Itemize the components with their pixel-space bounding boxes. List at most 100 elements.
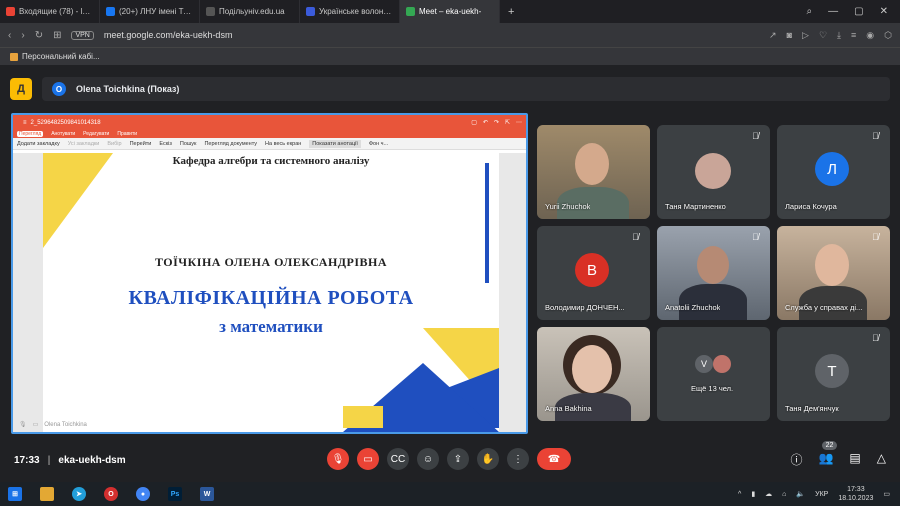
camera-icon[interactable]: ◙ <box>787 30 792 41</box>
browser-tab-facebook[interactable]: (20+) ЛНУ імені Тараса <box>100 0 200 23</box>
mic-off-icon: 🎙̸ <box>872 333 879 343</box>
bookmark-icon <box>10 52 18 61</box>
language-indicator[interactable]: УКР <box>815 491 828 498</box>
play-icon[interactable]: ▷ <box>802 30 809 41</box>
cloud-icon[interactable]: ☁ <box>765 490 772 498</box>
browser-tab-volunteer[interactable]: Українське волонтерсто <box>300 0 400 23</box>
participant-tile[interactable]: Yurii Zhuchok <box>537 125 650 219</box>
toolbar-add-bookmark: Додати закладку <box>17 140 60 147</box>
vpn-badge[interactable]: VPN <box>71 30 94 40</box>
menu-icon: ≡ <box>23 119 27 126</box>
network-icon[interactable]: ⌂ <box>782 491 786 498</box>
participant-name: Таня Дем'янчук <box>785 404 839 413</box>
word-icon[interactable]: W <box>200 487 214 501</box>
mic-icon: 🎙 <box>19 422 27 428</box>
minimize-button[interactable]: — <box>828 6 838 17</box>
save-icon: ▢ <box>471 120 477 126</box>
menu-icon[interactable]: ≡ <box>851 30 856 41</box>
people-count-badge: 22 <box>821 441 838 450</box>
mic-toggle-button[interactable]: 🎙 <box>327 448 349 470</box>
site-icon <box>206 7 215 16</box>
bookmarks-bar: Персональний кабі... <box>0 47 900 65</box>
browser-tab-university[interactable]: Подільуніv.edu.ua <box>200 0 300 23</box>
gmail-icon <box>6 7 15 16</box>
emoji-button[interactable]: ☺ <box>417 448 439 470</box>
viewer-menu: Перегляд Анотувати Редагувати Правити <box>13 130 526 138</box>
participant-tile[interactable]: Л 🎙̸ Лариса Кочура <box>777 125 890 219</box>
forward-icon[interactable]: › <box>21 30 24 41</box>
captions-button[interactable]: CC <box>387 448 409 470</box>
battery-icon[interactable]: ▮ <box>751 490 755 498</box>
photoshop-icon[interactable]: Ps <box>168 487 182 501</box>
heart-icon[interactable]: ♡ <box>819 30 827 41</box>
more-options-button[interactable]: ⋮ <box>507 448 529 470</box>
participant-name: Лариса Кочура <box>785 202 837 211</box>
clock[interactable]: 17:33 18.10.2023 <box>838 485 873 503</box>
reload-icon[interactable]: ↻ <box>35 30 43 41</box>
slide: Кафедра алгебри та системного аналізу ТО… <box>43 153 499 432</box>
meet-logo-icon[interactable]: Д <box>10 78 32 100</box>
participant-tile[interactable]: Anna Bakhina <box>537 327 650 421</box>
toolbar-search: Пошук <box>179 140 197 147</box>
toolbar-all-bookmarks: Усі закладки <box>67 140 100 147</box>
maximize-button[interactable]: ▢ <box>854 6 863 17</box>
search-tabs-icon[interactable]: ⌕ <box>807 6 813 17</box>
participant-tile[interactable]: 🎙̸ Таня Мартиненко <box>657 125 770 219</box>
participant-avatar <box>695 153 731 189</box>
back-icon[interactable]: ‹ <box>8 30 11 41</box>
chevron-up-icon[interactable]: ^ <box>738 491 741 498</box>
activities-icon[interactable]: △ <box>877 451 886 468</box>
close-window-button[interactable]: ✕ <box>880 6 888 17</box>
menu-edit: Редагувати <box>83 131 110 137</box>
meeting-code: eka-uekh-dsm <box>58 454 126 466</box>
account-icon[interactable]: ◉ <box>866 30 874 41</box>
participant-name: Yurii Zhuchok <box>545 202 591 211</box>
windows-start-icon[interactable]: ⊞ <box>8 487 22 501</box>
raise-hand-button[interactable]: ✋ <box>477 448 499 470</box>
more-icon: ⋯ <box>516 120 522 126</box>
chrome-icon[interactable]: ● <box>136 487 150 501</box>
meet-icon <box>406 7 415 16</box>
participant-tile[interactable]: 🎙̸ Служба у справах ді... <box>777 226 890 320</box>
participant-tile[interactable]: Т 🎙̸ Таня Дем'янчук <box>777 327 890 421</box>
volume-icon[interactable]: 🔈 <box>796 490 805 498</box>
site-icon <box>306 7 315 16</box>
grid-icon[interactable]: ⊞ <box>53 30 61 41</box>
people-icon[interactable]: 👥 22 <box>818 441 838 468</box>
new-tab-button[interactable]: + <box>500 6 522 18</box>
participant-tile[interactable]: В 🎙̸ Володимир ДОНЧЕН... <box>537 226 650 320</box>
facebook-icon <box>106 7 115 16</box>
info-icon[interactable]: ⓘ <box>790 451 802 468</box>
chat-icon[interactable]: ▤ <box>849 451 860 468</box>
redo-icon: ↷ <box>493 120 499 126</box>
extensions-icon[interactable]: ⬡ <box>884 30 892 41</box>
slide-title: КВАЛІФІКАЦІЙНА РОБОТА <box>128 287 414 309</box>
browser-tab-meet[interactable]: Meet – eka-uekh- <box>400 0 500 23</box>
participant-name: Anatolii Zhuchok <box>665 303 721 312</box>
url-field[interactable]: meet.google.com/eka-uekh-dsm <box>104 30 233 40</box>
send-icon[interactable]: ↗ <box>769 30 777 41</box>
mic-off-icon: 🎙̸ <box>632 232 639 242</box>
presenter-avatar: O <box>52 82 66 96</box>
mic-off-icon: 🎙̸ <box>752 131 759 141</box>
camera-toggle-button[interactable]: ▭ <box>357 448 379 470</box>
leave-call-button[interactable]: ☎ <box>537 448 571 470</box>
file-explorer-icon[interactable] <box>40 487 54 501</box>
participant-tile[interactable]: 🎙̸ Anatolii Zhuchok <box>657 226 770 320</box>
participant-name: Anna Bakhina <box>545 404 592 413</box>
opera-icon[interactable]: O <box>104 487 118 501</box>
browser-tab-gmail[interactable]: Входящие (78) - lnu.pres <box>0 0 100 23</box>
toolbar-go: Перейти <box>129 140 152 147</box>
present-button[interactable]: ⇪ <box>447 448 469 470</box>
viewer-left-margin <box>13 153 43 432</box>
telegram-icon[interactable]: ➤ <box>72 487 86 501</box>
screen-share[interactable]: ≡ 2_5296482509841014318 ▢ ↶ ↷ ⇱ ⋯ Перегл… <box>11 113 528 434</box>
share-icon: ⇱ <box>504 120 510 126</box>
present-icon: ▭ <box>32 422 39 428</box>
more-participants-tile[interactable]: V Ещё 13 чел. <box>657 327 770 421</box>
download-icon[interactable]: ⤓ <box>837 30 841 41</box>
notifications-icon[interactable]: ▭ <box>883 490 890 498</box>
menu-view: Перегляд <box>17 131 44 137</box>
participant-name: Служба у справах ді... <box>785 303 863 312</box>
bookmark-item[interactable]: Персональний кабі... <box>22 52 100 61</box>
